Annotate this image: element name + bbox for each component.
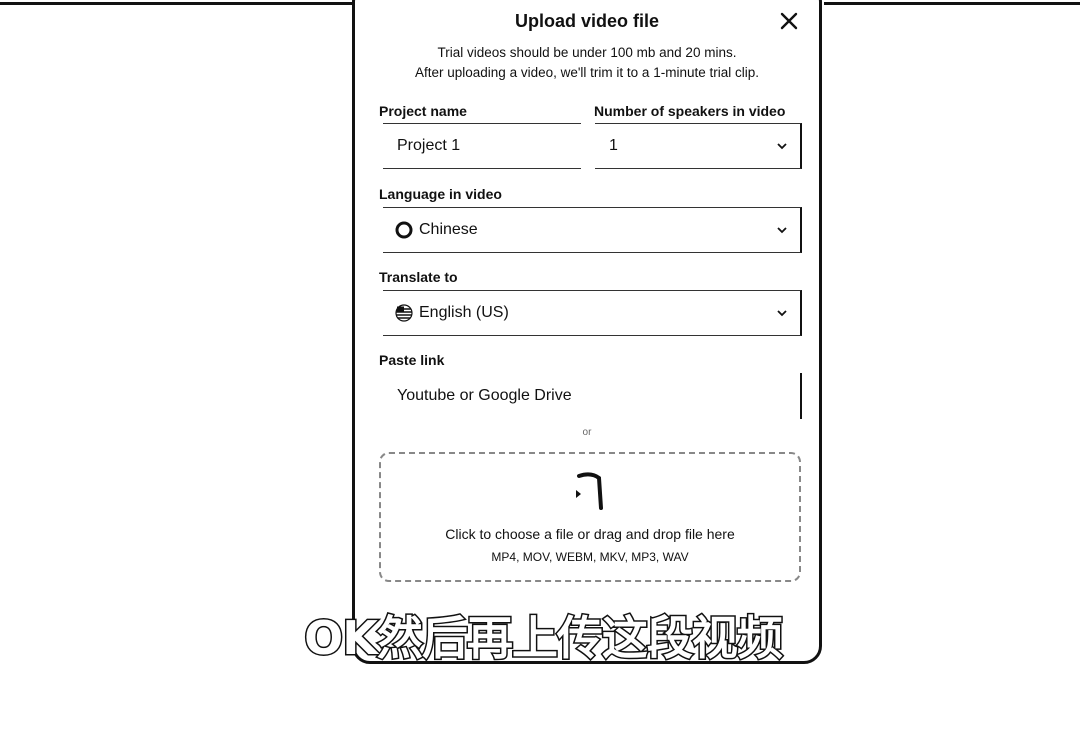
backdrop-divider-right xyxy=(824,2,1080,5)
globe-icon xyxy=(395,221,413,239)
dropzone-instructions: Click to choose a file or drag and drop … xyxy=(445,526,735,542)
chevron-down-icon xyxy=(777,310,787,317)
trial-notice-line: Trial videos should be under 100 mb and … xyxy=(437,45,737,60)
file-dropzone[interactable]: Click to choose a file or drag and drop … xyxy=(379,452,801,582)
dialog-title: Upload video file xyxy=(514,11,660,31)
us-flag-icon xyxy=(395,304,413,322)
translate-value: English (US) xyxy=(419,304,509,321)
speakers-select[interactable]: 1 xyxy=(595,123,802,169)
upload-icon xyxy=(576,472,603,510)
paste-link-placeholder: Youtube or Google Drive xyxy=(397,387,572,404)
supported-formats: MP4, MOV, WEBM, MKV, MP3, WAV xyxy=(491,550,689,564)
or-divider: or xyxy=(582,427,592,438)
project-name-label: Project name xyxy=(379,103,467,119)
trial-notice-line: After uploading a video, we'll trim it t… xyxy=(415,65,759,80)
upload-video-dialog: Upload video file Trial videos should be… xyxy=(352,0,822,664)
translate-select[interactable]: English (US) xyxy=(383,290,802,336)
language-select[interactable]: Chinese xyxy=(383,207,802,253)
project-name-value: Project 1 xyxy=(397,137,461,154)
chevron-down-icon xyxy=(777,227,787,234)
speakers-label: Number of speakers in video xyxy=(594,103,786,119)
backdrop-divider-left xyxy=(0,2,356,5)
chevron-down-icon xyxy=(777,143,787,150)
speakers-value: 1 xyxy=(609,137,618,154)
language-label: Language in video xyxy=(379,186,502,202)
paste-link-input[interactable]: Youtube or Google Drive xyxy=(383,373,802,419)
language-value: Chinese xyxy=(419,221,478,238)
translate-label: Translate to xyxy=(379,269,458,285)
close-icon[interactable] xyxy=(777,9,801,33)
trial-notice: Trial videos should be under 100 mb and … xyxy=(355,43,819,83)
video-subtitle-caption: OK然后再上传这段视频 xyxy=(303,610,785,667)
project-name-input[interactable]: Project 1 xyxy=(383,123,581,169)
paste-link-label: Paste link xyxy=(379,352,445,368)
